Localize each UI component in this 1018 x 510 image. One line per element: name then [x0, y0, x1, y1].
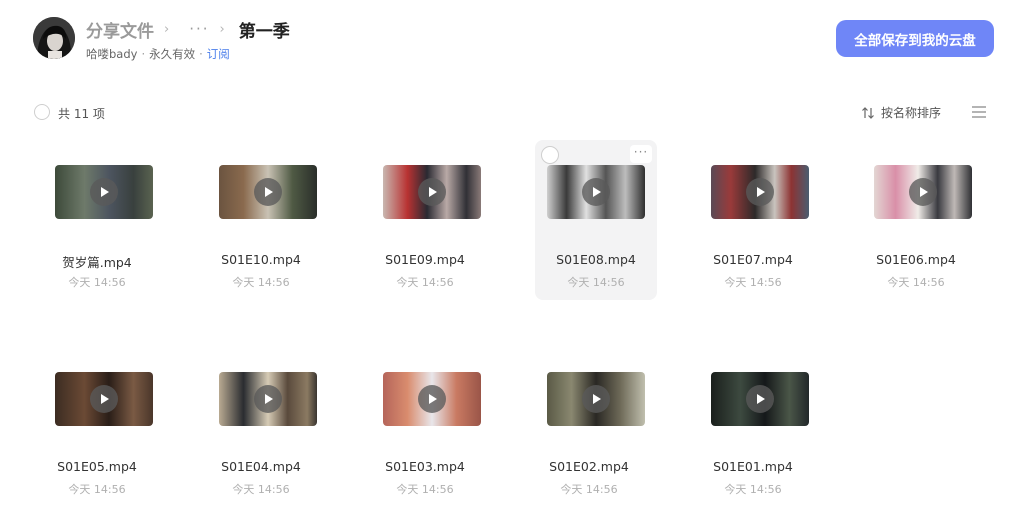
- file-name: S01E04.mp4: [221, 459, 301, 474]
- meta-separator: ·: [199, 47, 203, 61]
- breadcrumb-root[interactable]: 分享文件: [86, 17, 154, 42]
- video-thumbnail: [55, 372, 153, 426]
- file-name: S01E02.mp4: [549, 459, 629, 474]
- file-name: S01E08.mp4: [556, 252, 636, 267]
- video-thumbnail: [383, 372, 481, 426]
- more-icon[interactable]: ···: [630, 145, 652, 163]
- file-tile-hovered[interactable]: ··· S01E08.mp4 今天 14:56: [535, 140, 657, 300]
- file-name: S01E06.mp4: [876, 252, 956, 267]
- file-time: 今天 14:56: [68, 483, 126, 496]
- file-name: S01E07.mp4: [713, 252, 793, 267]
- play-icon: [90, 385, 118, 413]
- file-time: 今天 14:56: [396, 276, 454, 289]
- file-tile[interactable]: S01E10.mp4 今天 14:56: [200, 140, 322, 300]
- file-tile[interactable]: S01E07.mp4 今天 14:56: [692, 140, 814, 300]
- file-time: 今天 14:56: [68, 276, 126, 289]
- sort-button[interactable]: 按名称排序: [861, 104, 941, 121]
- play-icon: [418, 385, 446, 413]
- file-time: 今天 14:56: [724, 483, 782, 496]
- file-name: S01E05.mp4: [57, 459, 137, 474]
- video-thumbnail: [55, 165, 153, 219]
- video-thumbnail: [874, 165, 972, 219]
- file-name: S01E01.mp4: [713, 459, 793, 474]
- toolbar: 共 11 项 按名称排序: [0, 100, 1018, 124]
- file-tile[interactable]: 贺岁篇.mp4 今天 14:56: [36, 140, 158, 300]
- video-thumbnail: [547, 372, 645, 426]
- share-header: 分享文件 › ··· › 第一季 哈喽bady · 永久有效 · 订阅 全部保存到我的云…: [0, 0, 1018, 80]
- file-name: 贺岁篇.mp4: [62, 255, 132, 270]
- play-icon: [254, 178, 282, 206]
- video-thumbnail: [711, 165, 809, 219]
- play-icon: [746, 385, 774, 413]
- file-time: 今天 14:56: [232, 276, 290, 289]
- file-tile[interactable]: S01E01.mp4 今天 14:56: [692, 347, 814, 507]
- file-tile[interactable]: S01E06.mp4 今天 14:56: [855, 140, 977, 300]
- play-icon: [746, 178, 774, 206]
- avatar-image: [33, 17, 75, 59]
- file-tile[interactable]: S01E09.mp4 今天 14:56: [364, 140, 486, 300]
- play-icon: [90, 178, 118, 206]
- list-view-icon[interactable]: [971, 105, 987, 119]
- share-validity: 永久有效: [149, 47, 196, 61]
- item-count: 共 11 项: [58, 107, 105, 121]
- file-checkbox[interactable]: [541, 146, 559, 164]
- file-tile[interactable]: S01E05.mp4 今天 14:56: [36, 347, 158, 507]
- play-icon: [582, 178, 610, 206]
- chevron-right-icon: ›: [164, 21, 170, 37]
- breadcrumb-more[interactable]: ···: [189, 20, 209, 38]
- sharer-name: 哈喽bady: [86, 47, 138, 61]
- video-thumbnail: [219, 372, 317, 426]
- play-icon: [909, 178, 937, 206]
- select-all-checkbox[interactable]: [34, 104, 50, 120]
- file-name: S01E03.mp4: [385, 459, 465, 474]
- file-name: S01E10.mp4: [221, 252, 301, 267]
- video-thumbnail: [219, 165, 317, 219]
- video-thumbnail: [547, 165, 645, 219]
- chevron-right-icon: ›: [219, 21, 225, 37]
- avatar: [33, 17, 75, 59]
- play-icon: [254, 385, 282, 413]
- file-tile[interactable]: S01E04.mp4 今天 14:56: [200, 347, 322, 507]
- file-tile[interactable]: S01E02.mp4 今天 14:56: [528, 347, 650, 507]
- video-thumbnail: [711, 372, 809, 426]
- subscribe-link[interactable]: 订阅: [207, 47, 230, 61]
- play-icon: [582, 385, 610, 413]
- save-all-button[interactable]: 全部保存到我的云盘: [836, 20, 994, 57]
- file-time: 今天 14:56: [396, 483, 454, 496]
- play-icon: [418, 178, 446, 206]
- file-name: S01E09.mp4: [385, 252, 465, 267]
- video-thumbnail: [383, 165, 481, 219]
- file-tile[interactable]: S01E03.mp4 今天 14:56: [364, 347, 486, 507]
- file-time: 今天 14:56: [724, 276, 782, 289]
- breadcrumb: 分享文件 › ··· › 第一季: [86, 17, 290, 42]
- sort-icon: [862, 106, 874, 119]
- sort-label: 按名称排序: [881, 106, 942, 120]
- file-time: 今天 14:56: [887, 276, 945, 289]
- meta-separator: ·: [141, 47, 146, 61]
- file-time: 今天 14:56: [567, 276, 625, 289]
- file-time: 今天 14:56: [560, 483, 618, 496]
- file-time: 今天 14:56: [232, 483, 290, 496]
- breadcrumb-current: 第一季: [238, 21, 290, 42]
- share-meta: 哈喽bady · 永久有效 · 订阅: [86, 46, 230, 62]
